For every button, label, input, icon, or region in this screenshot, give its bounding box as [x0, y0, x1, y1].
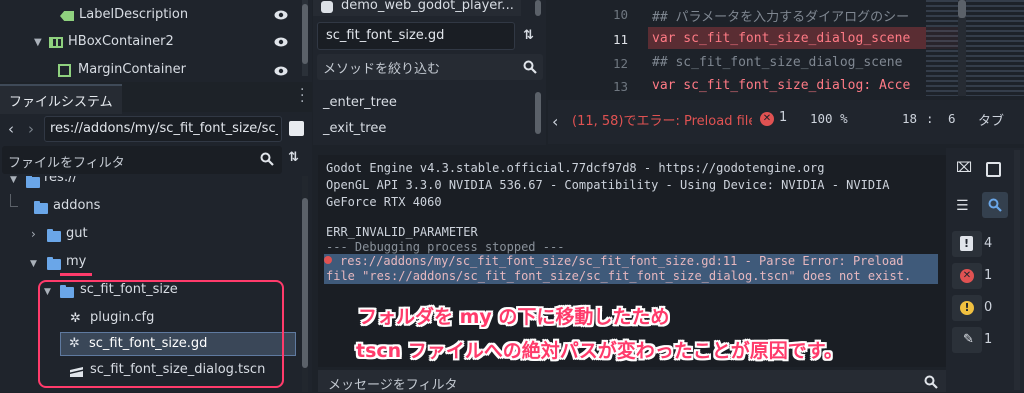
message-filter-input[interactable]: メッセージをフィルタ	[318, 370, 946, 393]
dock-menu-icon[interactable]: · · ·	[300, 83, 304, 109]
toolbar-scrollbar[interactable]	[1014, 150, 1020, 390]
collapse-arrow-icon[interactable]: ▼	[10, 176, 17, 185]
collapse-arrow-icon[interactable]: ▼	[30, 259, 37, 269]
folder-icon	[26, 176, 40, 188]
file-tree: ▼ res:// addons › gut ▼ my ▼ sc_fit_font…	[0, 176, 300, 392]
label-node-icon	[60, 11, 74, 21]
toggle-scripts-panel-icon[interactable]: ‹	[552, 112, 558, 131]
filter-errors-button[interactable]: ✕	[952, 263, 982, 289]
method-filter-input[interactable]: メソッドを絞り込む	[317, 54, 543, 80]
filter-warnings-button[interactable]: !	[952, 295, 982, 321]
search-icon	[260, 152, 274, 166]
tree-item-addons[interactable]: addons	[0, 194, 300, 220]
method-item[interactable]: _exit_tree	[323, 121, 386, 136]
margin-container-icon	[58, 64, 71, 77]
tree-item-gut[interactable]: › gut	[0, 222, 300, 248]
search-icon	[988, 198, 1002, 212]
script-list-scrollbar[interactable]	[535, 0, 541, 16]
visibility-eye-icon[interactable]	[274, 37, 288, 47]
current-script-field[interactable]: sc_fit_font_size.gd	[317, 22, 515, 50]
filter-editor-button[interactable]: ✎	[952, 327, 982, 353]
method-list-scrollbar[interactable]	[535, 92, 541, 134]
copy-icon[interactable]	[986, 162, 1001, 177]
tree-item-root[interactable]: ▼ res://	[0, 176, 300, 192]
left-dock: LabelDescription ▼ HBoxContainer2 Margin…	[0, 0, 312, 392]
scene-node-row[interactable]: ▼ HBoxContainer2	[0, 29, 312, 56]
path-input[interactable]: res://addons/my/sc_fit_font_size/sc_	[44, 116, 282, 142]
code-minimap[interactable]	[926, 0, 1024, 96]
hbox-container-icon	[49, 37, 63, 48]
collapse-arrow-icon[interactable]: ▼	[34, 37, 42, 48]
scene-node-row[interactable]: MarginContainer	[0, 56, 312, 78]
error-icon: ✕	[960, 269, 974, 283]
visibility-eye-icon[interactable]	[274, 66, 288, 76]
error-icon: ✕	[760, 112, 774, 126]
folder-icon	[47, 257, 61, 270]
filesystem-tab[interactable]: ファイルシステム	[0, 84, 122, 114]
message-icon: !	[960, 236, 973, 251]
file-tree-scrollbar[interactable]	[302, 176, 308, 392]
back-arrow-icon[interactable]: ‹	[8, 120, 14, 138]
scene-node-row[interactable]: LabelDescription	[0, 2, 312, 29]
method-item[interactable]: _enter_tree	[323, 95, 397, 110]
search-icon	[924, 375, 938, 389]
collapse-duplicates-icon[interactable]: ☰	[956, 198, 969, 214]
visibility-eye-icon[interactable]	[274, 10, 288, 20]
warning-icon: !	[960, 301, 974, 315]
editor-message-icon: ✎	[963, 332, 974, 347]
split-view-icon[interactable]	[289, 121, 304, 136]
forward-arrow-icon[interactable]: ›	[28, 120, 34, 138]
script-icon	[321, 1, 333, 13]
file-filter-input[interactable]: ファイルをフィルタ	[2, 146, 282, 174]
error-bullet-icon	[324, 256, 332, 264]
clear-log-icon[interactable]: ⌧	[956, 160, 972, 176]
script-list-item[interactable]: demo_web_godot_player...	[313, 0, 521, 16]
folder-icon	[34, 201, 48, 214]
tree-item-my[interactable]: ▼ my	[0, 250, 300, 276]
output-toolbar: ⌧ ☰ ! 4 ✕ 1 ! 0 ✎ 1	[946, 148, 1024, 392]
editor-status-bar: ‹ (11, 58)でエラー: Preload file ✕ 1 100 % 1…	[548, 100, 1024, 144]
toggle-search-button[interactable]	[982, 192, 1008, 218]
scene-scrollbar[interactable]	[302, 0, 308, 76]
filter-messages-button[interactable]: !	[952, 231, 982, 257]
annotation-box	[38, 280, 284, 388]
expand-arrow-icon[interactable]: ›	[31, 227, 36, 241]
sort-icon[interactable]: ⇅	[523, 28, 534, 43]
folder-icon	[47, 229, 61, 242]
script-list-panel: demo_web_godot_player... sc_fit_font_siz…	[313, 0, 546, 145]
search-icon	[523, 60, 537, 74]
line-col-separator: :	[926, 111, 934, 126]
underline-highlight	[60, 273, 92, 276]
sort-icon[interactable]: ⇅	[288, 150, 299, 165]
code-editor[interactable]: 10 ## パラメータを入力するダイアログのシー 11 var sc_fit_f…	[548, 0, 1024, 100]
